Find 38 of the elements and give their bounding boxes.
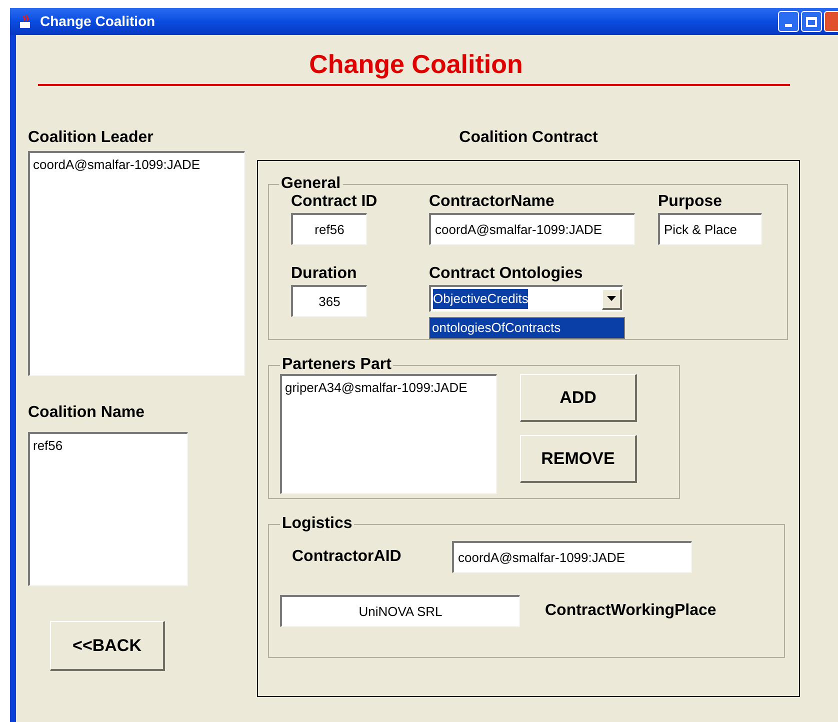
dropdown-option[interactable]: ontologiesOfContracts xyxy=(430,318,624,338)
ontologies-dropdown[interactable]: ObjectiveCredits xyxy=(429,285,623,312)
working-place-field[interactable]: UniNOVA SRL xyxy=(280,595,520,627)
general-legend: General xyxy=(279,175,343,193)
maximize-button[interactable] xyxy=(801,11,822,32)
contractor-name-field[interactable]: coordA@smalfar-1099:JADE xyxy=(429,213,635,245)
contract-id-field[interactable]: ref56 xyxy=(291,213,367,245)
close-button[interactable] xyxy=(824,11,838,32)
purpose-label: Purpose xyxy=(658,193,724,211)
coalition-name-list[interactable]: ref56 xyxy=(28,432,188,586)
partner-action-button[interactable]: REMOVE xyxy=(520,435,637,483)
partner-action-button[interactable]: ADD xyxy=(520,374,637,422)
duration-label: Duration xyxy=(291,265,358,283)
list-item[interactable]: ref56 xyxy=(33,436,184,456)
partners-list[interactable]: griperA34@smalfar-1099:JADE xyxy=(280,374,497,494)
back-button[interactable]: <<BACK xyxy=(50,621,165,671)
logistics-legend: Logistics xyxy=(280,515,354,533)
coalition-leader-list[interactable]: coordA@smalfar-1099:JADE xyxy=(28,151,245,376)
minimize-button[interactable] xyxy=(778,11,799,32)
partners-legend: Parteners Part xyxy=(280,356,394,374)
coalition-contract-label: Coalition Contract xyxy=(459,129,598,147)
coalition-leader-label: Coalition Leader xyxy=(28,129,154,147)
duration-field[interactable]: 365 xyxy=(291,285,367,317)
dropdown-arrow-button[interactable] xyxy=(602,288,622,310)
list-item[interactable]: coordA@smalfar-1099:JADE xyxy=(33,155,241,174)
caret-down-icon xyxy=(607,296,616,301)
contractor-name-label: ContractorName xyxy=(429,193,556,211)
contract-id-label: Contract ID xyxy=(291,193,378,211)
contractor-aid-label: ContractorAID xyxy=(292,548,402,566)
list-item[interactable]: griperA34@smalfar-1099:JADE xyxy=(285,378,493,398)
dropdown-value: ObjectiveCredits xyxy=(433,289,528,309)
window-title: Change Coalition xyxy=(40,12,156,31)
contract-ontologies-label: Contract Ontologies xyxy=(429,265,584,283)
coalition-name-label: Coalition Name xyxy=(28,404,146,422)
page-heading: Change Coalition xyxy=(308,49,524,79)
contractor-aid-field[interactable]: coordA@smalfar-1099:JADE xyxy=(452,541,692,573)
purpose-field[interactable]: Pick & Place xyxy=(658,213,762,245)
working-place-label: ContractWorkingPlace xyxy=(545,602,716,620)
